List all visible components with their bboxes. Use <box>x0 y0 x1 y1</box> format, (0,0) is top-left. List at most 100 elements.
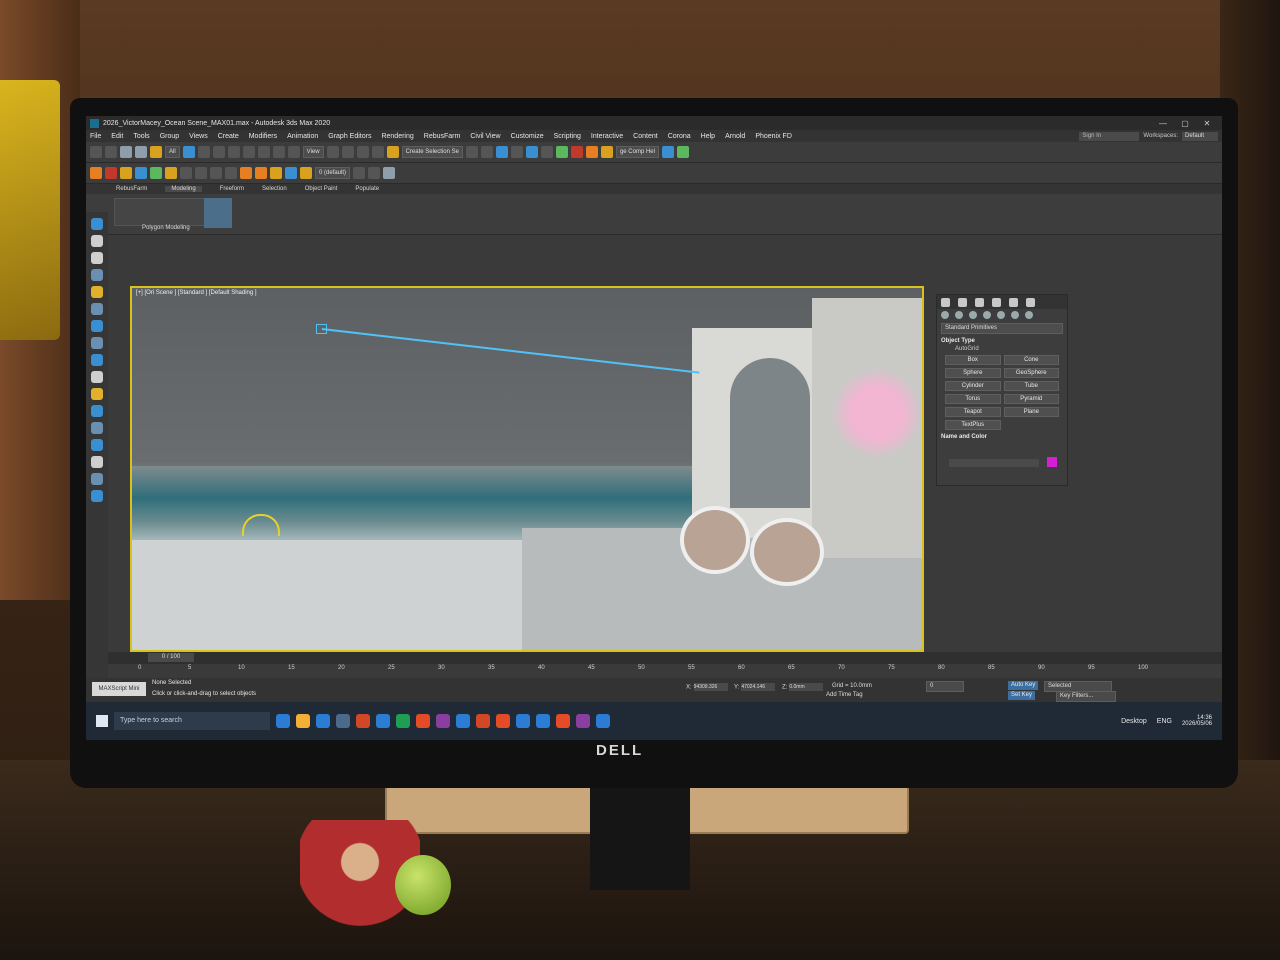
ocean-icon[interactable] <box>285 167 297 179</box>
strip-water-icon[interactable] <box>91 405 103 417</box>
geometry-category-icon[interactable] <box>941 311 949 319</box>
desktop-toolbar[interactable]: Desktop <box>1121 718 1147 725</box>
polygon-modeling-label[interactable]: Polygon Modeling <box>142 225 190 231</box>
scale-icon[interactable] <box>272 146 285 158</box>
box-button[interactable]: Box <box>945 355 1001 365</box>
maximize-button[interactable]: ▢ <box>1174 119 1196 128</box>
object-name-field[interactable] <box>949 459 1039 467</box>
ribbon-tab-rebusfarm[interactable]: RebusFarm <box>116 186 147 192</box>
language-indicator[interactable]: ENG <box>1157 718 1172 725</box>
create-shape-icon[interactable] <box>105 167 117 179</box>
menu-civil-view[interactable]: Civil View <box>470 133 500 140</box>
taskbar-search[interactable]: Type here to search <box>114 712 270 730</box>
perspective-viewport[interactable]: [+] [Ori Scene ] [Standard ] [Default Sh… <box>130 286 924 652</box>
menu-corona[interactable]: Corona <box>668 133 691 140</box>
menu-modifiers[interactable]: Modifiers <box>249 133 277 140</box>
name-and-color-header[interactable]: Name and Color <box>941 434 1063 440</box>
menu-views[interactable]: Views <box>189 133 208 140</box>
task-view-icon[interactable] <box>276 714 290 728</box>
scene-explorer-icon[interactable] <box>510 146 523 158</box>
curve-editor-icon[interactable] <box>525 146 538 158</box>
menu-group[interactable]: Group <box>160 133 179 140</box>
create-camera-icon[interactable] <box>135 167 147 179</box>
spacewarps-category-icon[interactable] <box>1011 311 1019 319</box>
strip-render-icon[interactable] <box>91 473 103 485</box>
y-field[interactable]: 47024.146 <box>741 683 776 691</box>
record-icon[interactable] <box>225 167 237 179</box>
new-layer-icon[interactable] <box>353 167 366 179</box>
strip-sphere-icon[interactable] <box>91 252 103 264</box>
ribbon-tab-modeling[interactable]: Modeling <box>165 186 202 192</box>
menu-interactive[interactable]: Interactive <box>591 133 623 140</box>
illustrator-icon[interactable] <box>476 714 490 728</box>
primitive-type-dropdown[interactable]: Standard Primitives <box>941 323 1063 334</box>
create-tab-icon[interactable] <box>941 297 950 307</box>
layer-dropdown[interactable]: 0 (default) <box>315 167 351 179</box>
menu-create[interactable]: Create <box>218 133 239 140</box>
store-icon[interactable] <box>336 714 350 728</box>
helpers-category-icon[interactable] <box>997 311 1005 319</box>
menu-rendering[interactable]: Rendering <box>381 133 413 140</box>
object-color-swatch[interactable] <box>1047 457 1057 467</box>
clock[interactable]: 14:36 2026/05/06 <box>1182 715 1212 727</box>
lightroom-icon[interactable] <box>536 714 550 728</box>
ribbon-tab-populate[interactable]: Populate <box>355 186 379 192</box>
strip-tree-icon[interactable] <box>91 422 103 434</box>
sun-icon[interactable] <box>165 167 177 179</box>
cylinder-button[interactable]: Cylinder <box>945 381 1001 391</box>
material-editor-icon[interactable] <box>555 146 568 158</box>
menu-edit[interactable]: Edit <box>111 133 123 140</box>
stop-icon[interactable] <box>210 167 222 179</box>
plane-button[interactable]: Plane <box>1003 407 1059 417</box>
sign-in-field[interactable]: Sign In <box>1079 131 1140 141</box>
lights-category-icon[interactable] <box>969 311 977 319</box>
angle-snap-icon[interactable] <box>356 146 369 158</box>
set-key-button[interactable]: Set Key <box>1008 691 1036 700</box>
time-slider-track[interactable]: 0 / 100 <box>108 652 1222 664</box>
file-explorer-icon[interactable] <box>296 714 310 728</box>
menu-animation[interactable]: Animation <box>287 133 318 140</box>
pivot-icon[interactable] <box>326 146 339 158</box>
creative-cloud-icon[interactable] <box>556 714 570 728</box>
time-slider[interactable]: 0 / 100 <box>148 653 194 662</box>
sphere-button[interactable]: Sphere <box>945 368 1001 378</box>
strip-box-icon[interactable] <box>91 235 103 247</box>
display-tab-icon[interactable] <box>1009 297 1018 307</box>
window-crossing-icon[interactable] <box>227 146 240 158</box>
maps-icon[interactable] <box>596 714 610 728</box>
maxscript-listener[interactable]: MAXScript Mini <box>92 682 146 696</box>
word-icon[interactable] <box>456 714 470 728</box>
tube-button[interactable]: Tube <box>1003 381 1059 391</box>
menu-help[interactable]: Help <box>701 133 715 140</box>
after-effects-icon[interactable] <box>576 714 590 728</box>
menu-tools[interactable]: Tools <box>133 133 149 140</box>
object-type-header[interactable]: Object Type <box>941 338 1063 344</box>
smoke-icon[interactable] <box>255 167 267 179</box>
particle-icon[interactable] <box>300 167 312 179</box>
select-by-name-icon[interactable] <box>197 146 210 158</box>
move-icon[interactable] <box>242 146 255 158</box>
modify-tab-icon[interactable] <box>958 297 967 307</box>
menu-scripting[interactable]: Scripting <box>554 133 581 140</box>
autogrid-checkbox[interactable]: AutoGrid <box>955 346 1049 352</box>
close-button[interactable]: ✕ <box>1196 119 1218 128</box>
unlink-icon[interactable] <box>135 146 147 158</box>
photoshop-icon[interactable] <box>516 714 530 728</box>
strip-system-icon[interactable] <box>91 354 103 366</box>
acrobat-icon[interactable] <box>496 714 510 728</box>
3dsmax-taskbar-icon[interactable] <box>396 714 410 728</box>
chrome-icon[interactable] <box>416 714 430 728</box>
strip-scatter-icon[interactable] <box>91 439 103 451</box>
utilities-tab-icon[interactable] <box>1026 297 1035 307</box>
menu-customize[interactable]: Customize <box>511 133 544 140</box>
ribbon-side-tools[interactable] <box>204 198 232 228</box>
viewport-label[interactable]: [+] [Ori Scene ] [Standard ] [Default Sh… <box>136 290 257 296</box>
schematic-view-icon[interactable] <box>540 146 553 158</box>
track-bar[interactable]: 0 5 10 15 20 25 30 35 40 45 50 55 60 65 … <box>108 664 1188 678</box>
hierarchy-tab-icon[interactable] <box>975 297 984 307</box>
render-frame-icon[interactable] <box>585 146 598 158</box>
outlook-icon[interactable] <box>376 714 390 728</box>
liquid-icon[interactable] <box>270 167 282 179</box>
strip-camera-icon[interactable] <box>91 303 103 315</box>
comp-help-dropdown[interactable]: ge Comp Hel <box>615 146 659 158</box>
